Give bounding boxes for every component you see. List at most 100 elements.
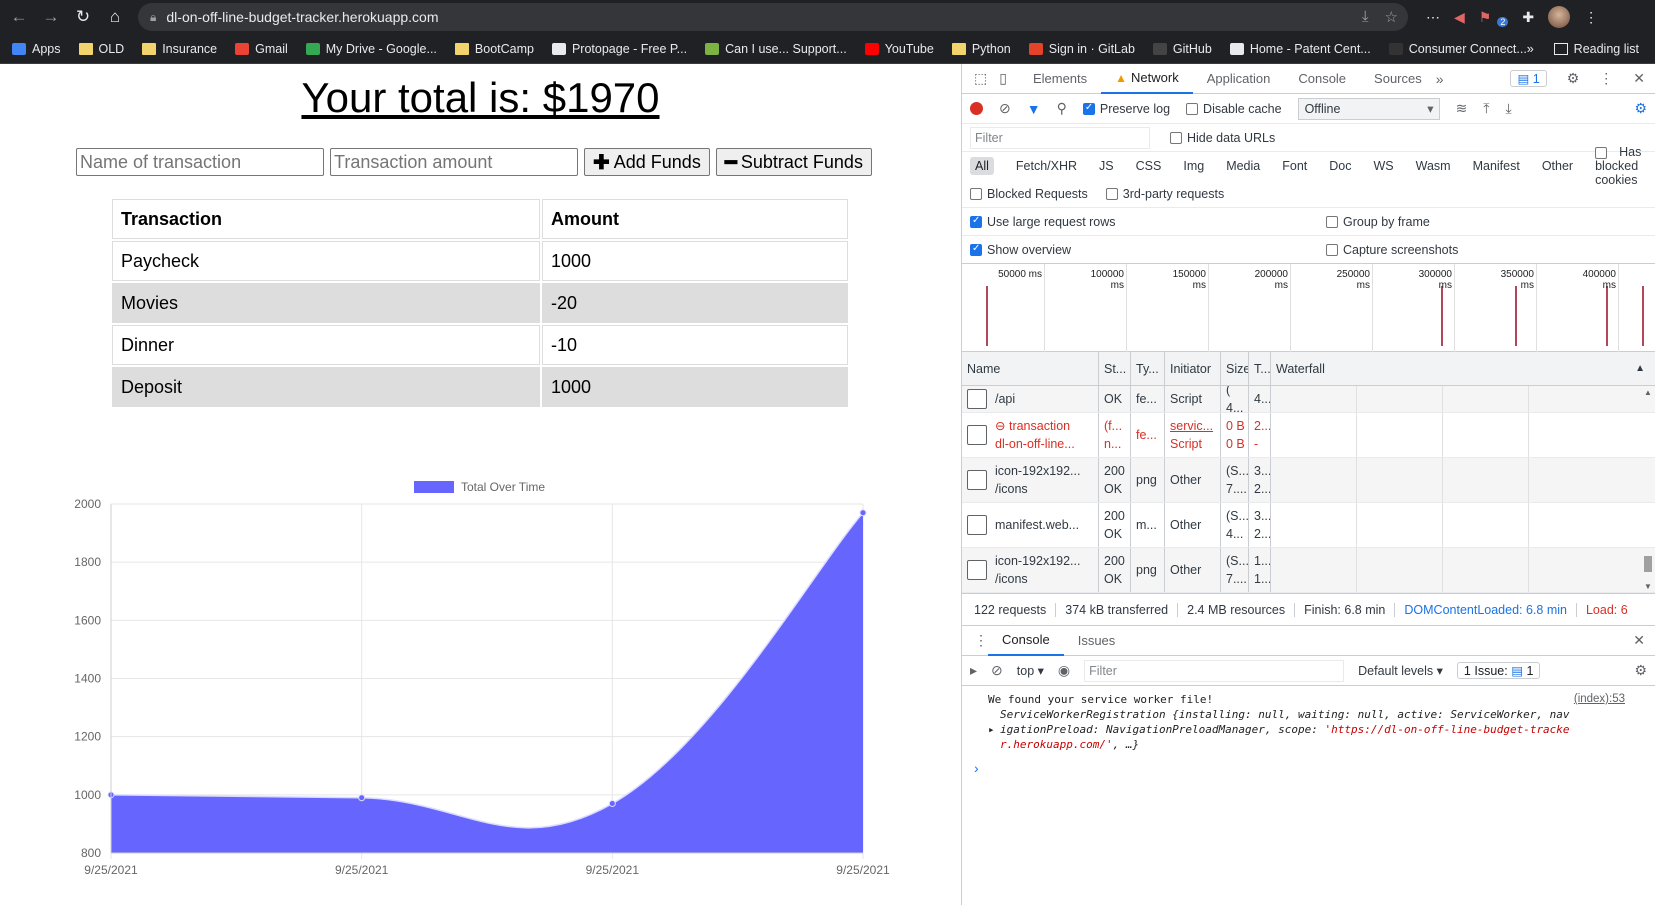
type-filter-fetch-xhr[interactable]: Fetch/XHR bbox=[1016, 159, 1077, 173]
bookmark-can-i-use-support[interactable]: Can I use... Support... bbox=[705, 42, 847, 56]
settings-gear-icon[interactable]: ⚙ bbox=[1567, 70, 1580, 87]
bookmarks-more-icon[interactable]: » bbox=[1527, 42, 1534, 56]
network-filter-input[interactable]: Filter bbox=[970, 126, 1150, 149]
bookmark-star-icon[interactable]: ☆ bbox=[1385, 8, 1398, 26]
tab-console[interactable]: Console bbox=[1284, 64, 1360, 94]
bookmark-youtube[interactable]: YouTube bbox=[864, 42, 934, 56]
type-filter-img[interactable]: Img bbox=[1183, 159, 1204, 173]
group-by-frame-checkbox[interactable]: Group by frame bbox=[1326, 215, 1430, 229]
third-party-checkbox[interactable]: 3rd-party requests bbox=[1105, 187, 1224, 201]
import-har-icon[interactable]: ⤒ bbox=[1483, 100, 1489, 117]
extension-dots-icon[interactable]: ⋯ bbox=[1426, 9, 1440, 26]
issues-button[interactable]: 1 Issue: ▤ 1 bbox=[1456, 662, 1541, 679]
col-type[interactable]: Ty... bbox=[1131, 352, 1165, 385]
transaction-name-input[interactable] bbox=[76, 148, 324, 176]
network-overview-timeline[interactable]: 50000 ms 100000 ms 150000 ms 200000 ms 25000… bbox=[962, 264, 1655, 352]
record-icon[interactable] bbox=[970, 102, 983, 115]
device-toolbar-icon[interactable]: ▯ bbox=[999, 70, 1007, 87]
capture-screenshots-checkbox[interactable]: Capture screenshots bbox=[1326, 243, 1458, 257]
bookmark-apps[interactable]: Apps bbox=[12, 42, 61, 56]
console-prompt[interactable]: › bbox=[962, 760, 1655, 776]
type-filter-font[interactable]: Font bbox=[1282, 159, 1307, 173]
bookmark-consumer-connect[interactable]: Consumer Connect... bbox=[1388, 42, 1527, 56]
extensions-puzzle-icon[interactable]: ✚ bbox=[1522, 9, 1534, 26]
network-conditions-icon[interactable]: ≋ bbox=[1456, 100, 1468, 117]
disable-cache-checkbox[interactable]: Disable cache bbox=[1186, 102, 1282, 116]
col-initiator[interactable]: Initiator bbox=[1165, 352, 1221, 385]
type-filter-ws[interactable]: WS bbox=[1373, 159, 1393, 173]
table-row[interactable]: manifest.web... 200 OK m... Other (S... 4... 3.… bbox=[962, 503, 1655, 548]
console-object-line[interactable]: ▸ igationPreload: NavigationPreloadManage… bbox=[988, 722, 1645, 737]
hide-data-urls-checkbox[interactable]: Hide data URLs bbox=[1170, 131, 1275, 145]
bookmark-my-drive-google[interactable]: My Drive - Google... bbox=[305, 42, 437, 56]
tab-application[interactable]: Application bbox=[1193, 64, 1285, 94]
table-row[interactable]: ⊖ transaction dl-on-off-line... (f... n... f… bbox=[962, 413, 1655, 458]
context-select[interactable]: top ▾ bbox=[1017, 663, 1044, 678]
messages-badge[interactable]: ▤ 1 bbox=[1510, 70, 1547, 87]
live-expression-eye-icon[interactable]: ◉ bbox=[1058, 662, 1070, 679]
bookmark-home-patent-cent[interactable]: Home - Patent Cent... bbox=[1229, 42, 1371, 56]
col-status[interactable]: St... bbox=[1099, 352, 1131, 385]
clear-console-icon[interactable]: ⊘ bbox=[991, 662, 1003, 679]
row-checkbox[interactable] bbox=[967, 425, 987, 445]
table-row[interactable]: icon-192x192.../icons 200 OK png Other (S... 7… bbox=[962, 548, 1655, 593]
devtools-menu-icon[interactable]: ⋮ bbox=[1599, 70, 1613, 87]
type-filter-wasm[interactable]: Wasm bbox=[1416, 159, 1451, 173]
row-checkbox[interactable] bbox=[967, 389, 987, 409]
col-name[interactable]: Name bbox=[962, 352, 1099, 385]
more-tabs-icon[interactable]: » bbox=[1436, 71, 1444, 87]
forward-icon[interactable]: → bbox=[38, 4, 64, 30]
log-levels-select[interactable]: Default levels ▾ bbox=[1358, 663, 1443, 678]
back-icon[interactable]: ← bbox=[6, 4, 32, 30]
show-overview-checkbox[interactable]: Show overview bbox=[970, 243, 1316, 257]
bookmark-insurance[interactable]: Insurance bbox=[142, 42, 217, 56]
console-filter-input[interactable]: Filter bbox=[1084, 659, 1345, 682]
tab-network[interactable]: ▲ Network bbox=[1101, 64, 1193, 94]
reading-list[interactable]: Reading list bbox=[1553, 42, 1639, 56]
row-checkbox[interactable] bbox=[967, 560, 987, 580]
bookmark-python[interactable]: Python bbox=[951, 42, 1011, 56]
expand-triangle-icon[interactable]: ▸ bbox=[988, 722, 995, 737]
bookmark-protopage-free-p[interactable]: Protopage - Free P... bbox=[551, 42, 687, 56]
console-settings-icon[interactable]: ⚙ bbox=[1634, 662, 1647, 679]
bookmark-sign-in-gitlab[interactable]: Sign in · GitLab bbox=[1028, 42, 1135, 56]
menu-kebab-icon[interactable]: ⋮ bbox=[1584, 9, 1598, 26]
row-checkbox[interactable] bbox=[967, 470, 987, 490]
profile-avatar[interactable] bbox=[1548, 6, 1571, 28]
install-app-icon[interactable]: ⤓ bbox=[1362, 8, 1369, 26]
table-row[interactable]: icon-192x192.../icons 200 OK png Other (S... 7… bbox=[962, 458, 1655, 503]
col-size[interactable]: Size bbox=[1221, 352, 1249, 385]
requests-scrollbar[interactable]: ▲ ▼ bbox=[1643, 386, 1653, 593]
bookmark-old[interactable]: OLD bbox=[78, 42, 124, 56]
type-filter-media[interactable]: Media bbox=[1226, 159, 1260, 173]
extension-flag-icon[interactable]: ⚑ bbox=[1479, 9, 1492, 26]
has-blocked-cookies-checkbox[interactable]: Has blocked cookies bbox=[1595, 145, 1650, 187]
type-filter-all[interactable]: All bbox=[970, 157, 994, 175]
row-checkbox[interactable] bbox=[967, 515, 987, 535]
drawer-tab-console[interactable]: Console bbox=[988, 626, 1064, 656]
col-waterfall[interactable]: Waterfall ▲ bbox=[1271, 352, 1655, 385]
throttling-select[interactable]: Offline bbox=[1297, 97, 1440, 120]
filter-funnel-icon[interactable]: ▼ bbox=[1027, 101, 1041, 117]
console-sidebar-icon[interactable]: ▸ bbox=[970, 662, 977, 679]
bookmark-bootcamp[interactable]: BootCamp bbox=[454, 42, 534, 56]
export-har-icon[interactable]: ⤓ bbox=[1506, 100, 1512, 117]
extension-arrow-icon[interactable]: ◀ bbox=[1454, 9, 1465, 26]
drawer-menu-icon[interactable]: ⋮ bbox=[974, 632, 988, 649]
type-filter-other[interactable]: Other bbox=[1542, 159, 1573, 173]
transaction-amount-input[interactable] bbox=[330, 148, 578, 176]
reload-icon[interactable]: ↻ bbox=[70, 4, 96, 30]
type-filter-js[interactable]: JS bbox=[1099, 159, 1114, 173]
add-funds-button[interactable]: ✚ Add Funds bbox=[584, 148, 710, 176]
network-settings-icon[interactable]: ⚙ bbox=[1634, 100, 1647, 117]
preserve-log-checkbox[interactable]: Preserve log bbox=[1082, 102, 1170, 116]
inspect-element-icon[interactable]: ⬚ bbox=[974, 70, 987, 87]
address-bar[interactable]: 🔒︎ dl-on-off-line-budget-tracker.herokua… bbox=[138, 3, 1408, 31]
large-rows-checkbox[interactable]: Use large request rows bbox=[970, 215, 1316, 229]
close-drawer-icon[interactable]: ✕ bbox=[1633, 632, 1645, 649]
close-devtools-icon[interactable]: ✕ bbox=[1633, 70, 1645, 87]
bookmark-github[interactable]: GitHub bbox=[1152, 42, 1212, 56]
bookmark-gmail[interactable]: Gmail bbox=[235, 42, 288, 56]
subtract-funds-button[interactable]: ━ Subtract Funds bbox=[715, 148, 872, 176]
tab-sources[interactable]: Sources bbox=[1360, 64, 1436, 94]
